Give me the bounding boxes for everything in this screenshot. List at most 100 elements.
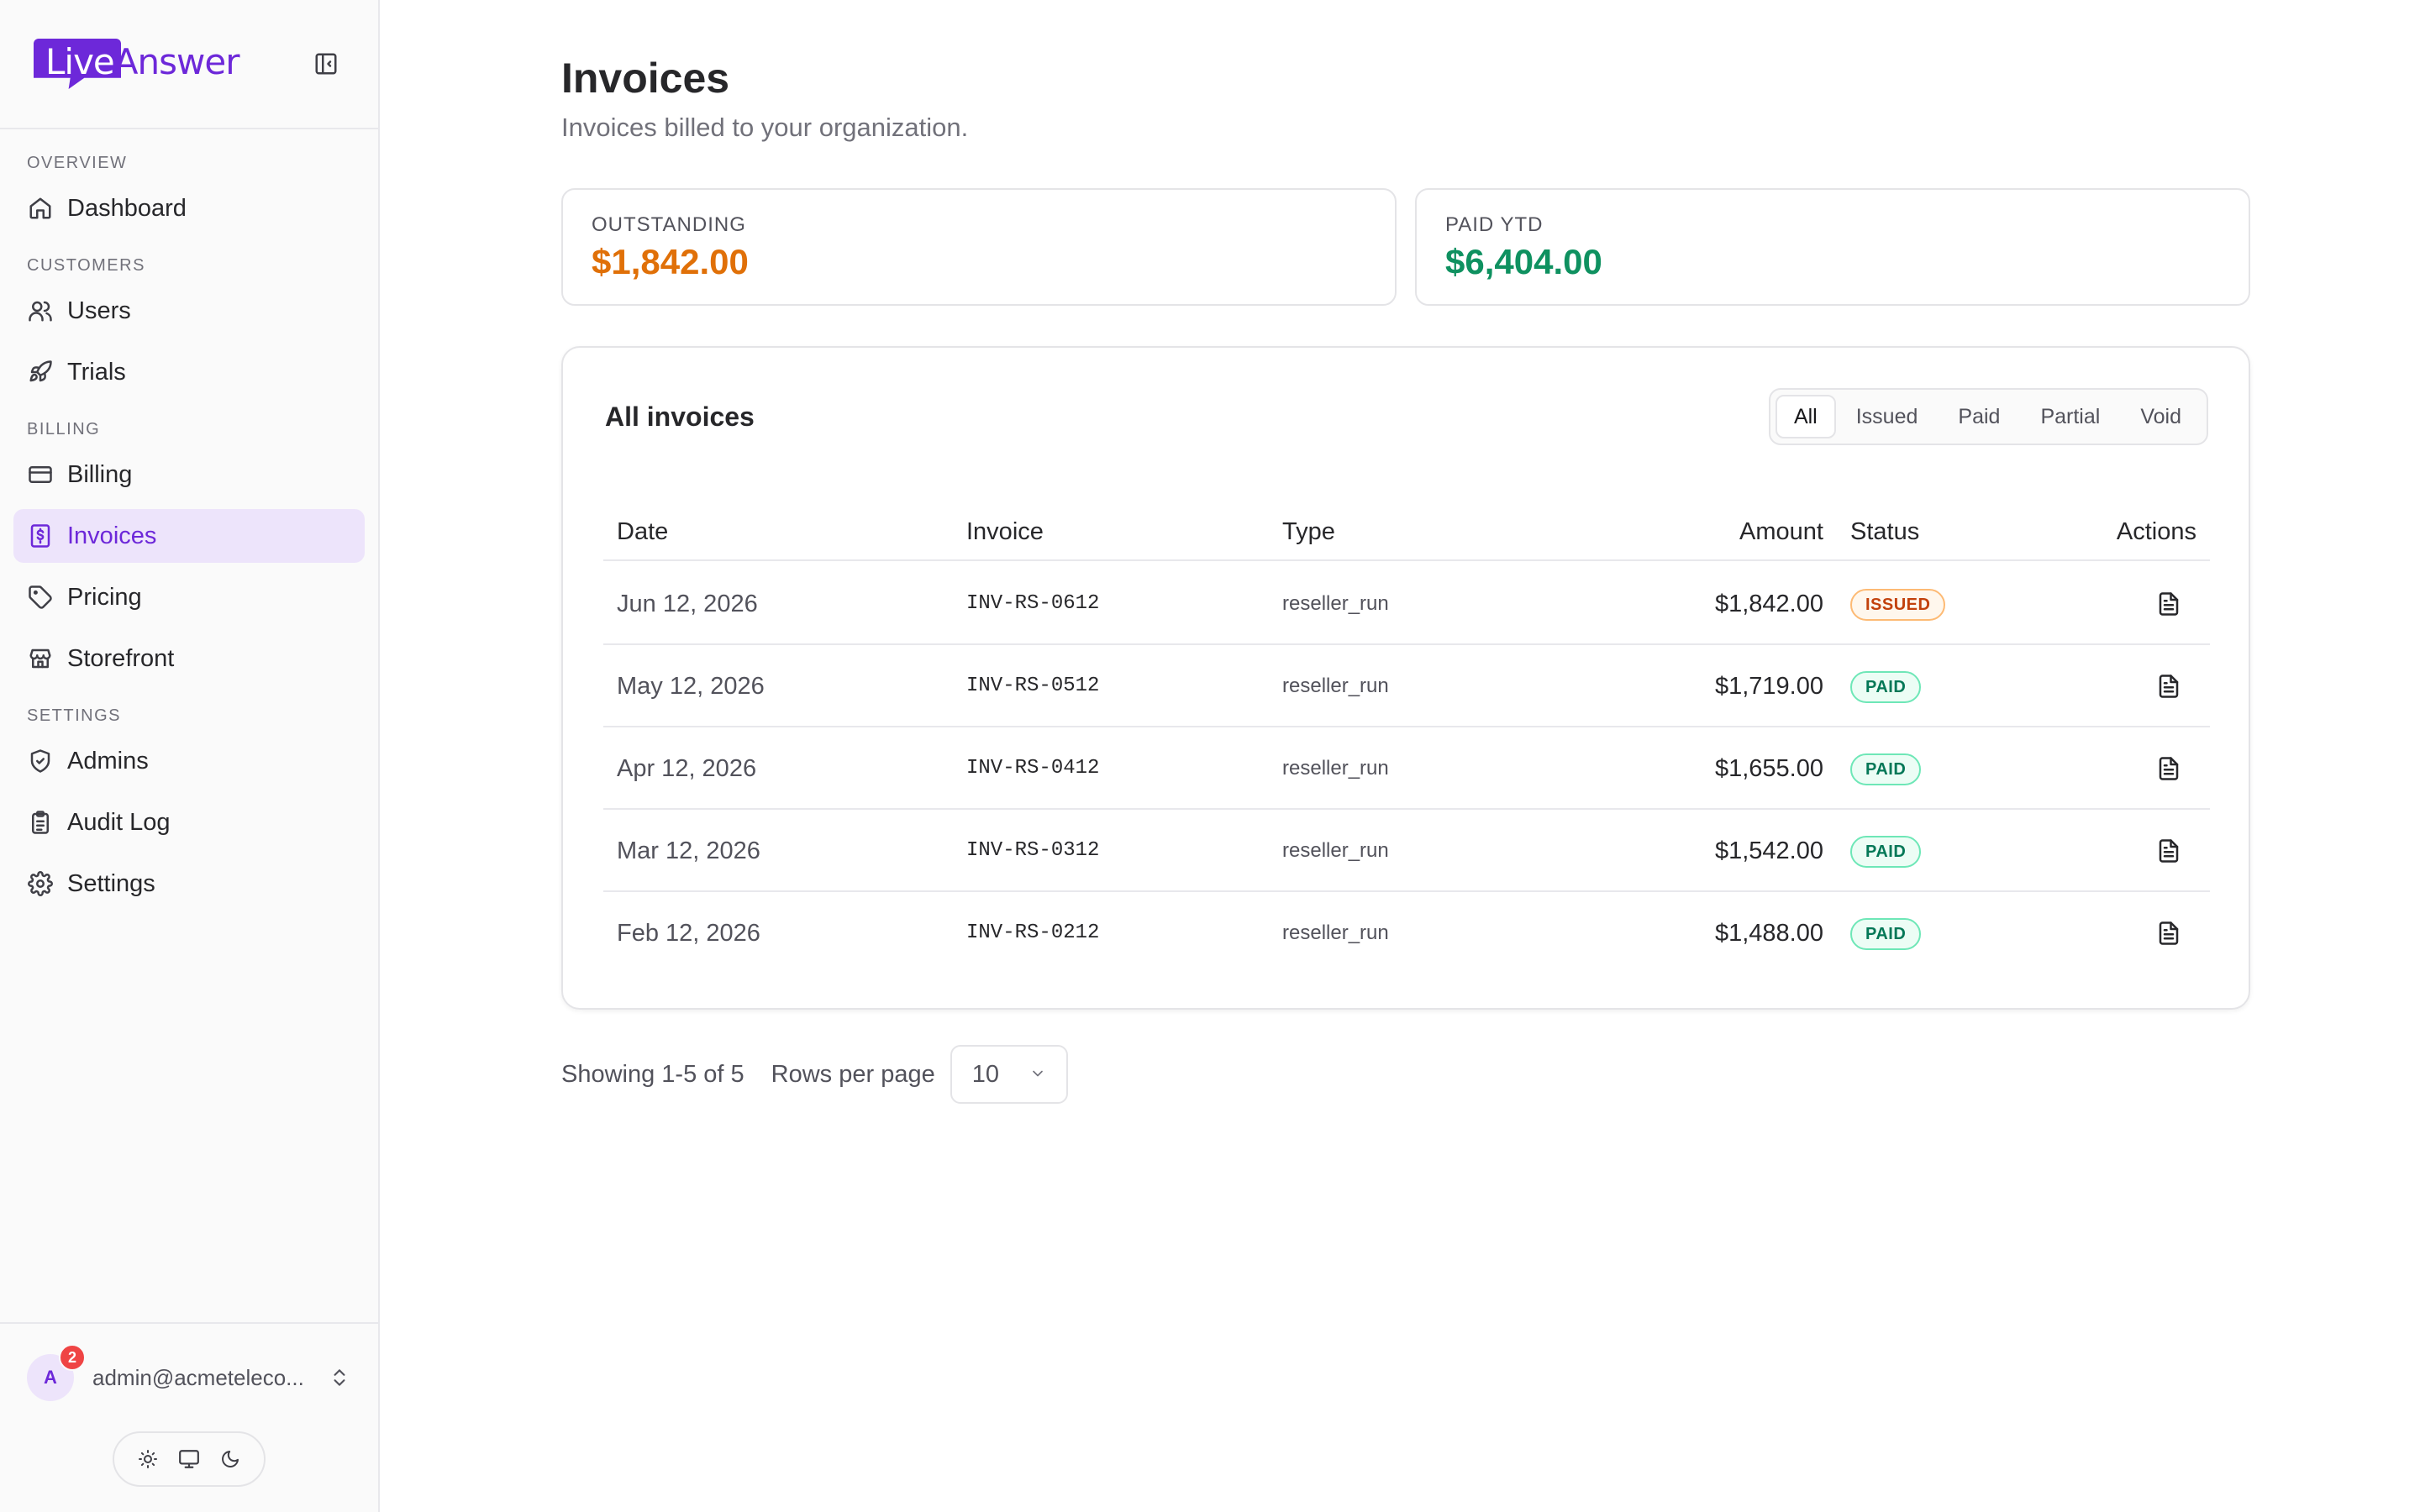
cell-invoice: INV-RS-0612 bbox=[966, 592, 1100, 615]
sidebar-item-billing[interactable]: Billing bbox=[13, 448, 365, 501]
sidebar-item-label: Admins bbox=[67, 747, 149, 774]
column-header-invoice[interactable]: Invoice bbox=[966, 502, 1044, 561]
cell-type: reseller_run bbox=[1282, 921, 1389, 944]
stat-card-outstanding: OUTSTANDING $1,842.00 bbox=[561, 188, 1397, 306]
cell-status: PAID bbox=[1850, 892, 1922, 974]
status-badge: PAID bbox=[1850, 753, 1922, 786]
filter-tab-void[interactable]: Void bbox=[2120, 395, 2202, 438]
table-row[interactable]: Mar 12, 2026 INV-RS-0312 reseller_run $1,54… bbox=[603, 810, 2210, 892]
sidebar-item-trials[interactable]: Trials bbox=[13, 345, 365, 399]
cell-type: reseller_run bbox=[1282, 839, 1389, 862]
sidebar-item-dashboard[interactable]: Dashboard bbox=[13, 181, 365, 235]
document-icon[interactable] bbox=[2154, 919, 2183, 948]
receipt-dollar-icon bbox=[27, 522, 54, 549]
rocket-icon bbox=[27, 359, 54, 386]
logo-text: LiveAnswer bbox=[45, 41, 239, 82]
chevron-down-icon bbox=[1029, 1061, 1046, 1089]
cell-date: May 12, 2026 bbox=[617, 673, 765, 700]
stat-value: $1,842.00 bbox=[592, 242, 749, 281]
cell-amount: $1,719.00 bbox=[1714, 673, 1823, 700]
cell-date: Jun 12, 2026 bbox=[617, 591, 758, 617]
sidebar-item-label: Settings bbox=[67, 869, 155, 897]
sidebar-item-admins[interactable]: Admins bbox=[13, 734, 365, 788]
cell-amount: $1,655.00 bbox=[1714, 755, 1823, 782]
document-icon[interactable] bbox=[2154, 590, 2183, 618]
sidebar-item-audit-log[interactable]: Audit Log bbox=[13, 795, 365, 849]
cell-status: PAID bbox=[1850, 645, 1922, 727]
sidebar-item-pricing[interactable]: Pricing bbox=[13, 570, 365, 624]
column-header-amount[interactable]: Amount bbox=[1739, 502, 1823, 561]
stat-label: PAID YTD bbox=[1445, 213, 1544, 236]
sidebar-item-label: Trials bbox=[67, 358, 126, 386]
table-row[interactable]: Feb 12, 2026 INV-RS-0212 reseller_run $1,48… bbox=[603, 892, 2210, 974]
nav-section-label: CUSTOMERS bbox=[27, 256, 145, 275]
table-header: Date Invoice Type Amount Status Actions bbox=[603, 502, 2210, 561]
user-email: admin@acmeteleco... bbox=[92, 1364, 304, 1390]
chevron-up-down-icon[interactable] bbox=[328, 1366, 351, 1389]
user-menu[interactable]: A 2 admin@acmeteleco... bbox=[27, 1344, 355, 1403]
column-header-type[interactable]: Type bbox=[1282, 502, 1335, 561]
filter-tab-issued[interactable]: Issued bbox=[1836, 395, 1939, 438]
cell-status: ISSUED bbox=[1850, 563, 1946, 645]
filter-tab-partial[interactable]: Partial bbox=[2020, 395, 2120, 438]
document-icon[interactable] bbox=[2154, 754, 2183, 783]
notification-badge: 2 bbox=[59, 1344, 86, 1371]
filter-tab-paid[interactable]: Paid bbox=[1938, 395, 2020, 438]
status-filter-tabs: All Issued Paid Partial Void bbox=[1768, 388, 2208, 445]
column-header-status[interactable]: Status bbox=[1850, 502, 1919, 561]
monitor-icon[interactable] bbox=[176, 1446, 203, 1473]
sidebar-item-label: Invoices bbox=[67, 522, 157, 549]
cell-amount: $1,842.00 bbox=[1714, 591, 1823, 617]
cell-invoice: INV-RS-0412 bbox=[966, 757, 1100, 780]
sun-icon[interactable] bbox=[134, 1446, 161, 1473]
sidebar-header: LiveAnswer bbox=[0, 0, 378, 129]
sidebar-footer: A 2 admin@acmeteleco... bbox=[0, 1322, 378, 1512]
cell-type: reseller_run bbox=[1282, 592, 1389, 615]
cell-date: Feb 12, 2026 bbox=[617, 920, 760, 947]
sidebar-item-label: Users bbox=[67, 297, 131, 324]
cell-date: Mar 12, 2026 bbox=[617, 837, 760, 864]
filter-tab-all[interactable]: All bbox=[1775, 395, 1836, 438]
sidebar-item-label: Billing bbox=[67, 460, 133, 488]
document-icon[interactable] bbox=[2154, 837, 2183, 865]
cell-amount: $1,542.00 bbox=[1714, 837, 1823, 864]
rows-per-page-label: Rows per page bbox=[771, 1060, 935, 1088]
sidebar-item-settings[interactable]: Settings bbox=[13, 857, 365, 911]
page-title: Invoices bbox=[561, 55, 730, 102]
pagination-summary: Showing 1-5 of 5 bbox=[561, 1060, 744, 1088]
sidebar-nav: OVERVIEW Dashboard CUSTOMERS Users Trials BIL… bbox=[0, 151, 378, 911]
tag-icon bbox=[27, 584, 54, 611]
pagination: Showing 1-5 of 5 Rows per page 10 bbox=[561, 1045, 1068, 1104]
sidebar-item-invoices[interactable]: Invoices bbox=[13, 509, 365, 563]
table-row[interactable]: May 12, 2026 INV-RS-0512 reseller_run $1,71… bbox=[603, 645, 2210, 727]
moon-icon[interactable] bbox=[217, 1446, 244, 1473]
sidebar-item-storefront[interactable]: Storefront bbox=[13, 632, 365, 685]
sidebar-item-label: Audit Log bbox=[67, 808, 171, 836]
sidebar-item-label: Dashboard bbox=[67, 194, 187, 222]
document-icon[interactable] bbox=[2154, 672, 2183, 701]
sidebar-item-label: Pricing bbox=[67, 583, 142, 611]
table-row[interactable]: Jun 12, 2026 INV-RS-0612 reseller_run $1,84… bbox=[603, 563, 2210, 645]
cell-invoice: INV-RS-0512 bbox=[966, 675, 1100, 697]
column-header-date[interactable]: Date bbox=[617, 502, 668, 561]
theme-switcher bbox=[113, 1431, 266, 1487]
cell-date: Apr 12, 2026 bbox=[617, 755, 757, 782]
status-badge: PAID bbox=[1850, 671, 1922, 704]
cell-type: reseller_run bbox=[1282, 675, 1389, 697]
cell-status: PAID bbox=[1850, 727, 1922, 810]
rows-per-page-select[interactable]: 10 bbox=[950, 1045, 1068, 1104]
column-header-actions: Actions bbox=[2116, 518, 2196, 545]
cell-amount: $1,488.00 bbox=[1714, 920, 1823, 947]
store-icon bbox=[27, 645, 54, 672]
nav-section-label: SETTINGS bbox=[27, 706, 122, 725]
brand-logo[interactable]: LiveAnswer bbox=[34, 37, 252, 97]
sidebar-item-users[interactable]: Users bbox=[13, 284, 365, 338]
table-title: All invoices bbox=[605, 402, 755, 432]
home-icon bbox=[27, 195, 54, 222]
avatar[interactable]: A 2 bbox=[27, 1344, 86, 1401]
users-icon bbox=[27, 297, 54, 324]
sidebar-collapse-icon[interactable] bbox=[313, 50, 339, 77]
cell-type: reseller_run bbox=[1282, 757, 1389, 780]
stat-value: $6,404.00 bbox=[1445, 242, 1602, 281]
table-row[interactable]: Apr 12, 2026 INV-RS-0412 reseller_run $1,65… bbox=[603, 727, 2210, 810]
